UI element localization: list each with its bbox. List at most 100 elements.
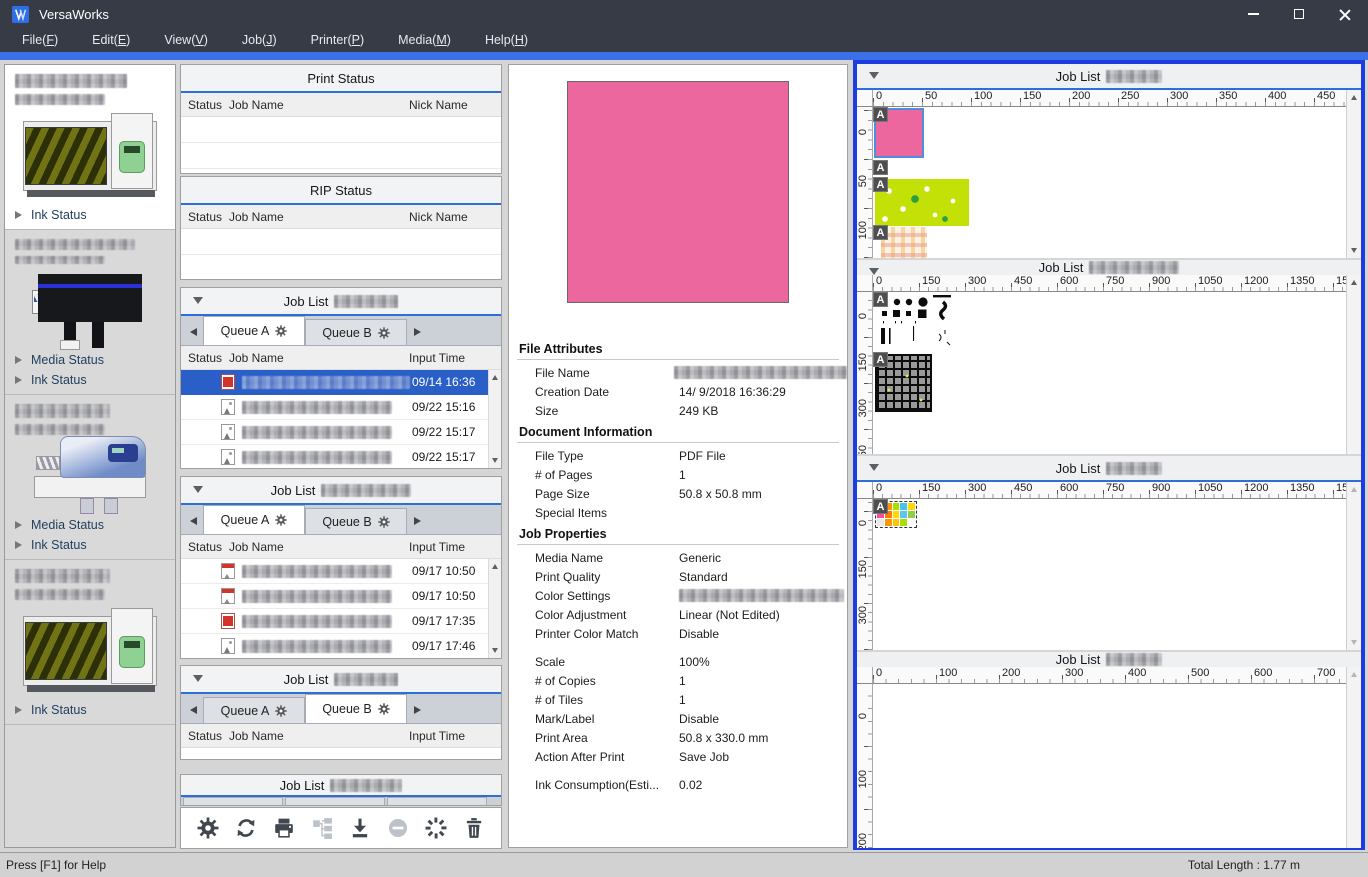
printer-status-link[interactable]: Ink Status xyxy=(15,535,165,555)
menu-item[interactable]: File(F) xyxy=(22,33,58,47)
scroll-up-icon[interactable] xyxy=(1351,487,1357,492)
job-thumbnail-flowers[interactable] xyxy=(875,179,969,226)
scroll-up-icon[interactable] xyxy=(492,375,498,380)
printer-status-redacted xyxy=(15,589,105,600)
printer-card-2[interactable]: Media Status Ink Status xyxy=(5,230,175,395)
collapse-icon[interactable] xyxy=(869,464,879,471)
scroll-down-icon[interactable] xyxy=(1351,248,1357,253)
menu-item[interactable]: Job(J) xyxy=(242,33,277,47)
expand-icon xyxy=(15,706,22,714)
property-row: # of Tiles 1 xyxy=(509,690,847,709)
chevron-left-icon xyxy=(190,517,197,525)
scroll-up-icon[interactable] xyxy=(1351,672,1357,677)
queue-prev-button[interactable] xyxy=(183,697,203,723)
print-status-rows xyxy=(181,117,501,173)
collapse-icon[interactable] xyxy=(869,268,879,275)
gear-icon[interactable] xyxy=(378,516,390,528)
settings-button[interactable] xyxy=(195,815,221,841)
job-row[interactable]: 09/22 15:17 xyxy=(181,420,488,445)
scroll-down-icon[interactable] xyxy=(492,648,498,653)
layout-canvas[interactable] xyxy=(873,684,1346,848)
gear-icon[interactable] xyxy=(378,327,390,339)
tab-queue-a[interactable]: Queue A xyxy=(203,505,305,534)
menu-item[interactable]: Edit(E) xyxy=(92,33,130,47)
layout-canvas[interactable]: A A xyxy=(873,292,1346,454)
scroll-up-icon[interactable] xyxy=(1351,280,1357,285)
property-row: Print Area 50.8 x 330.0 mm xyxy=(509,728,847,747)
rip-button[interactable] xyxy=(423,815,449,841)
job-list-4-header[interactable]: Job List xyxy=(181,775,501,795)
printer-name-redacted xyxy=(334,673,398,686)
tab-queue-a[interactable]: Queue A xyxy=(203,316,305,345)
collapse-icon[interactable] xyxy=(193,486,203,493)
property-row: Scale 100% xyxy=(509,652,847,671)
menu-item[interactable]: Printer(P) xyxy=(311,33,365,47)
scrollbar[interactable] xyxy=(1346,482,1361,650)
chevron-right-icon xyxy=(414,706,421,714)
refresh-button[interactable] xyxy=(233,815,259,841)
scrollbar[interactable] xyxy=(1346,667,1361,848)
job-row[interactable]: 09/17 10:50 xyxy=(181,584,488,609)
download-button[interactable] xyxy=(347,815,373,841)
nest-button[interactable] xyxy=(309,815,335,841)
job-row[interactable]: 09/17 17:35 xyxy=(181,609,488,634)
printer-status-link[interactable]: Media Status xyxy=(15,350,165,370)
close-button[interactable] xyxy=(1322,0,1368,28)
section-title: File Attributes xyxy=(509,337,847,359)
delete-button[interactable] xyxy=(461,815,487,841)
job-row[interactable]: 09/17 17:46 xyxy=(181,634,488,659)
collapse-icon[interactable] xyxy=(869,72,879,79)
gear-icon[interactable] xyxy=(275,325,287,337)
scrollbar[interactable] xyxy=(488,559,501,658)
scroll-down-icon[interactable] xyxy=(492,458,498,463)
scroll-down-icon[interactable] xyxy=(1351,640,1357,645)
queue-next-button[interactable] xyxy=(407,508,427,534)
printer-status-link[interactable]: Ink Status xyxy=(15,205,165,225)
property-value: 14/ 9/2018 16:36:29 xyxy=(679,385,786,399)
layout-canvas[interactable]: A A A A xyxy=(873,107,1346,258)
printer-card-3[interactable]: Media Status Ink Status xyxy=(5,395,175,560)
gear-icon[interactable] xyxy=(378,703,390,715)
remove-button[interactable] xyxy=(385,815,411,841)
job-row[interactable]: 09/22 15:17 xyxy=(181,445,488,469)
tab-queue-a[interactable]: Queue A xyxy=(203,697,305,723)
menu-bar: File(F) Edit(E) View(V) Job(J) Printer(P… xyxy=(0,28,1368,52)
tab-queue-b[interactable]: Queue B xyxy=(305,319,407,345)
collapse-icon[interactable] xyxy=(193,675,203,682)
property-row: File Type PDF File xyxy=(509,446,847,465)
queue-prev-button[interactable] xyxy=(183,319,203,345)
maximize-button[interactable] xyxy=(1276,0,1322,28)
printer-card-1[interactable]: Ink Status xyxy=(5,65,175,230)
collapse-icon[interactable] xyxy=(193,297,203,304)
printer-status-link[interactable]: Media Status xyxy=(15,515,165,535)
tab-queue-b[interactable]: Queue B xyxy=(305,694,407,723)
file-type-icon xyxy=(221,374,235,390)
scroll-up-icon[interactable] xyxy=(1351,95,1357,100)
property-label: Creation Date xyxy=(535,385,679,399)
scroll-up-icon[interactable] xyxy=(492,564,498,569)
printer-status-link[interactable]: Ink Status xyxy=(15,370,165,390)
print-button[interactable] xyxy=(271,815,297,841)
gear-icon[interactable] xyxy=(275,514,287,526)
property-label: Print Quality xyxy=(535,570,679,584)
queue-prev-button[interactable] xyxy=(183,508,203,534)
redacted-value xyxy=(679,589,844,602)
job-row[interactable]: 09/22 15:16 xyxy=(181,395,488,420)
job-row[interactable]: 09/14 16:36 xyxy=(181,370,488,395)
property-label: Print Area xyxy=(535,731,679,745)
minimize-button[interactable] xyxy=(1230,0,1276,28)
printer-status-link[interactable]: Ink Status xyxy=(15,700,165,720)
queue-next-button[interactable] xyxy=(407,319,427,345)
queue-next-button[interactable] xyxy=(407,697,427,723)
scrollbar[interactable] xyxy=(488,370,501,468)
scrollbar[interactable] xyxy=(1346,275,1361,454)
menu-item[interactable]: Media(M) xyxy=(398,33,451,47)
gear-icon[interactable] xyxy=(275,705,287,717)
scrollbar[interactable] xyxy=(1346,90,1361,258)
job-row[interactable]: 09/17 10:50 xyxy=(181,559,488,584)
tab-queue-b[interactable]: Queue B xyxy=(305,508,407,534)
menu-item[interactable]: Help(H) xyxy=(485,33,528,47)
layout-canvas[interactable]: A xyxy=(873,499,1346,650)
printer-card-4[interactable]: Ink Status xyxy=(5,560,175,725)
menu-item[interactable]: View(V) xyxy=(164,33,208,47)
